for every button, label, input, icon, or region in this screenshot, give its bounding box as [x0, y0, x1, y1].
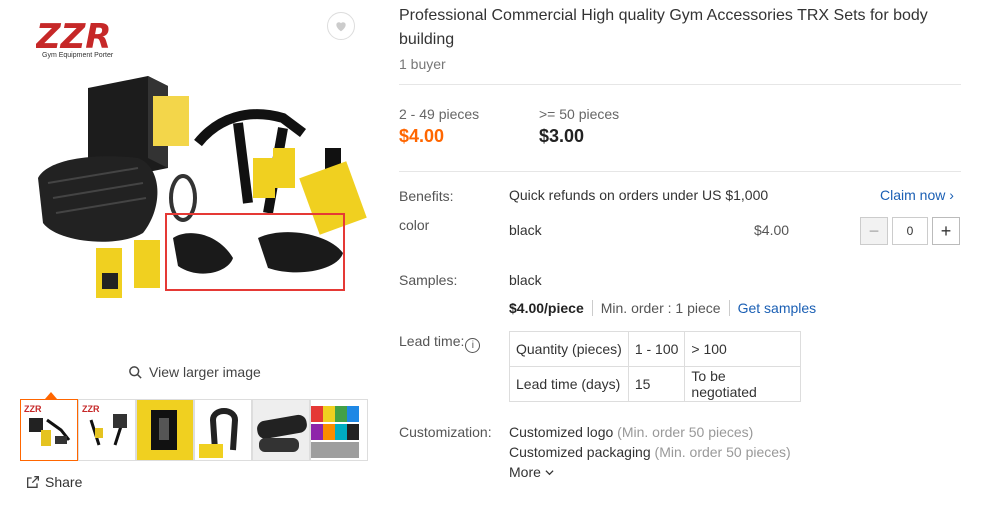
thumbnail-4-image — [195, 400, 251, 460]
lead-time-table: Quantity (pieces) 1 - 100 > 100 Lead tim… — [509, 331, 802, 402]
table-cell: > 100 — [684, 331, 802, 367]
thumbnail-1[interactable]: ZZR — [20, 399, 78, 461]
thumbnail-5[interactable] — [252, 399, 310, 461]
customization-note: (Min. order 50 pieces) — [617, 424, 754, 440]
divider — [399, 171, 961, 172]
sample-price: $4.00/piece — [509, 300, 584, 316]
more-label: More — [509, 464, 541, 480]
product-title: Professional Commercial High quality Gym… — [399, 7, 928, 48]
samples-label: Samples: — [399, 272, 458, 288]
active-thumb-caret — [45, 392, 57, 399]
brand-logo: ZZR — [36, 18, 112, 54]
heart-icon — [336, 22, 346, 32]
quantity-input[interactable]: 0 — [892, 217, 928, 245]
customization-name: Customized packaging — [509, 444, 651, 460]
share-button[interactable]: Share — [25, 474, 82, 490]
benefits-label: Benefits: — [399, 188, 454, 204]
quantity-stepper: − 0 + — [860, 217, 960, 245]
more-toggle[interactable]: More — [509, 464, 554, 480]
table-cell: 15 — [627, 366, 686, 402]
increment-button[interactable]: + — [932, 217, 960, 245]
color-price: $4.00 — [754, 222, 790, 238]
separator — [728, 300, 730, 316]
claim-now-link[interactable]: Claim now › — [880, 187, 954, 203]
color-label: color — [399, 217, 430, 233]
claim-now-label: Claim now — [880, 187, 946, 203]
thumbnail-6[interactable] — [310, 399, 368, 461]
table-cell: 1 - 100 — [627, 331, 686, 367]
separator — [591, 300, 593, 316]
sample-min-order: Min. order : 1 piece — [600, 300, 721, 316]
price-tier-range: 2 - 49 pieces — [399, 106, 480, 122]
brand-logo-subtitle: Gym Equipment Porter — [42, 52, 114, 59]
svg-text:ZZR: ZZR — [24, 404, 42, 414]
view-larger-label: View larger image — [149, 364, 261, 380]
decrement-button[interactable]: − — [860, 217, 888, 245]
table-row: Lead time (days) 15 To be negotiated — [509, 366, 802, 402]
thumbnail-1-image: ZZR — [21, 400, 77, 460]
thumbnail-3-image — [137, 400, 193, 460]
table-row: Quantity (pieces) 1 - 100 > 100 — [509, 331, 802, 367]
color-option[interactable]: black — [509, 222, 542, 238]
product-main-image[interactable] — [18, 8, 368, 348]
info-icon[interactable]: i — [465, 338, 481, 353]
price-tier-price: $3.00 — [539, 126, 585, 146]
share-icon — [27, 476, 39, 488]
price-tier-2: >= 50 pieces $3.00 — [539, 106, 619, 147]
svg-text:ZZR: ZZR — [82, 404, 100, 414]
thumbnail-5-image — [253, 400, 309, 460]
thumbnail-3[interactable] — [136, 399, 194, 461]
favorite-button[interactable] — [327, 12, 355, 40]
magnifier-icon — [129, 365, 142, 379]
brand-logo-text: ZZR — [36, 18, 112, 54]
samples-value: black — [509, 272, 542, 288]
lead-time-label-row: Lead time: i — [399, 333, 481, 353]
thumbnail-2-image: ZZR — [79, 400, 135, 460]
thumbnail-4[interactable] — [194, 399, 252, 461]
table-cell: Lead time (days) — [509, 366, 629, 402]
customization-item: Customized logo (Min. order 50 pieces) — [509, 424, 753, 440]
price-tier-price: $4.00 — [399, 126, 445, 146]
sample-price-row: $4.00/piece Min. order : 1 piece Get sam… — [509, 300, 816, 316]
view-larger-image-link[interactable]: View larger image — [128, 364, 261, 380]
price-tier-1: 2 - 49 pieces $4.00 — [399, 106, 479, 147]
divider — [399, 84, 961, 85]
chevron-right-icon: › — [949, 187, 954, 203]
customization-item: Customized packaging (Min. order 50 piec… — [509, 444, 791, 460]
table-cell: To be negotiated — [684, 366, 802, 402]
customization-name: Customized logo — [509, 424, 614, 440]
product-gallery: ZZR Gym Equipment Porter View larger ima… — [0, 0, 390, 505]
price-tier-range: >= 50 pieces — [539, 106, 620, 122]
table-cell: Quantity (pieces) — [509, 331, 629, 367]
thumbnail-6-image — [311, 400, 367, 460]
lead-time-label: Lead time: — [399, 333, 465, 349]
thumbnail-strip: ZZR ZZR — [20, 399, 370, 461]
buyer-count: 1 buyer — [399, 56, 446, 72]
customization-note: (Min. order 50 pieces) — [654, 444, 791, 460]
chevron-down-icon — [545, 470, 554, 476]
get-samples-link[interactable]: Get samples — [738, 300, 817, 316]
share-label: Share — [45, 474, 83, 490]
benefits-text: Quick refunds on orders under US $1,000 — [509, 187, 769, 203]
customization-label: Customization: — [399, 424, 492, 440]
thumbnail-2[interactable]: ZZR — [78, 399, 136, 461]
